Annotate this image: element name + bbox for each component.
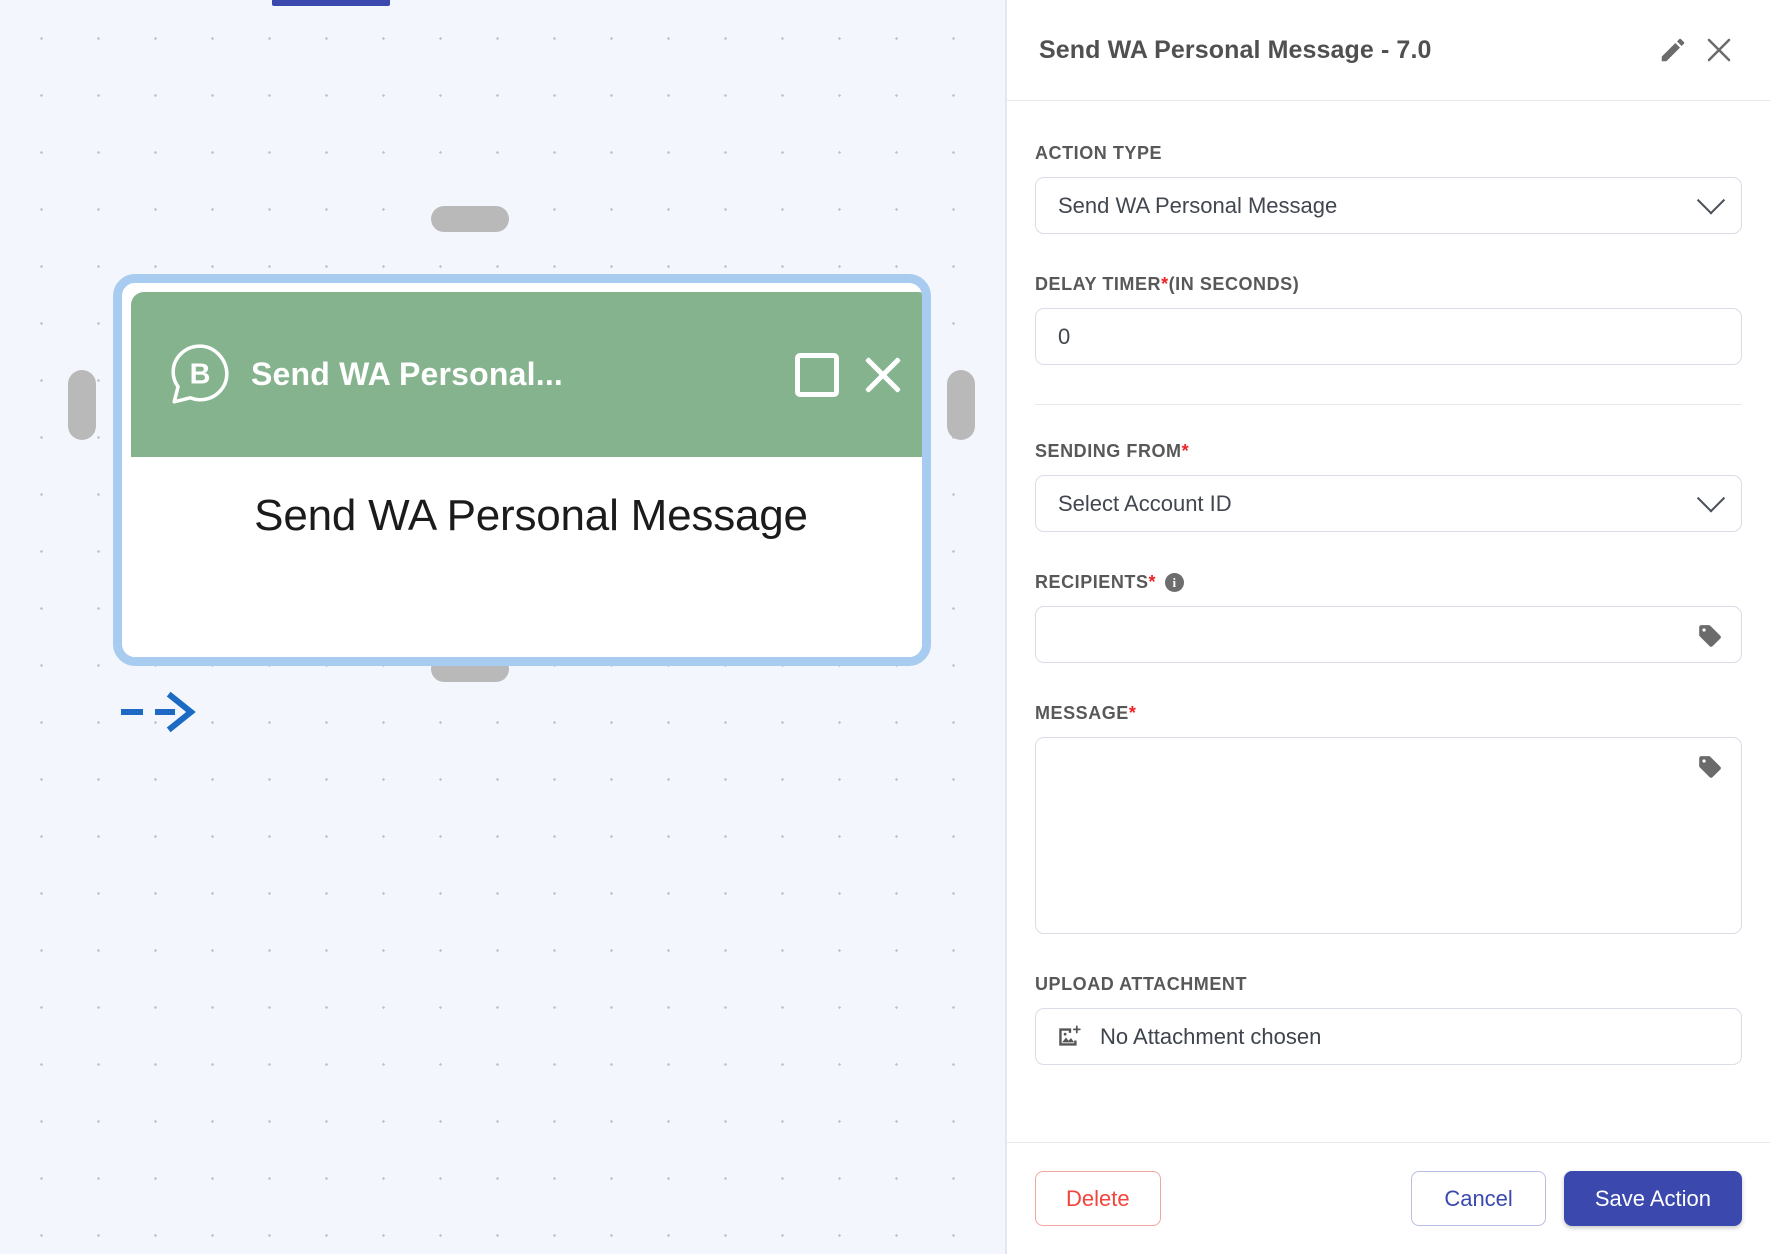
action-type-select[interactable]: Send WA Personal Message xyxy=(1035,177,1742,234)
chevron-down-icon xyxy=(1696,185,1726,214)
delay-timer-label: DELAY TIMER * (IN SECONDS) xyxy=(1035,274,1742,295)
field-sending-from: SENDING FROM * Select Account ID xyxy=(1035,441,1742,532)
pencil-icon xyxy=(1661,38,1685,62)
sending-from-label: SENDING FROM * xyxy=(1035,441,1742,462)
message-textarea[interactable] xyxy=(1035,737,1742,934)
sending-from-value: Select Account ID xyxy=(1058,490,1232,516)
node-card-header: B Send WA Personal... xyxy=(131,292,922,457)
recipients-label-text: RECIPIENTS xyxy=(1035,572,1149,592)
flow-node-send-wa-personal-message[interactable]: B Send WA Personal... Send WA Personal M… xyxy=(68,206,975,733)
required-asterisk: * xyxy=(1128,703,1137,723)
close-icon[interactable] xyxy=(861,353,905,397)
field-delay-timer: DELAY TIMER * (IN SECONDS) 0 xyxy=(1035,274,1742,365)
message-label: MESSAGE * xyxy=(1035,703,1742,724)
panel-title: Send WA Personal Message - 7.0 xyxy=(1039,35,1432,64)
delete-button[interactable]: Delete xyxy=(1035,1171,1161,1226)
node-card[interactable]: B Send WA Personal... Send WA Personal M… xyxy=(131,292,922,657)
node-handle-top[interactable] xyxy=(431,206,509,232)
save-action-button[interactable]: Save Action xyxy=(1563,1171,1742,1226)
action-type-label: ACTION TYPE xyxy=(1035,143,1742,164)
upload-attachment-label: UPLOAD ATTACHMENT xyxy=(1035,974,1742,995)
panel-header: Send WA Personal Message - 7.0 xyxy=(1007,0,1770,101)
node-card-body: Send WA Personal Message xyxy=(131,457,922,657)
square-icon[interactable] xyxy=(795,352,839,397)
section-divider xyxy=(1035,404,1742,405)
flow-canvas[interactable]: B Send WA Personal... Send WA Personal M… xyxy=(0,0,1006,1254)
chevron-down-icon xyxy=(1696,483,1726,512)
upload-attachment-label-text: UPLOAD ATTACHMENT xyxy=(1035,974,1247,994)
recipients-label: RECIPIENTS * i xyxy=(1035,572,1742,593)
action-type-label-text: ACTION TYPE xyxy=(1035,143,1163,163)
panel-body: ACTION TYPE Send WA Personal Message DEL… xyxy=(1007,101,1770,1142)
node-card-body-text: Send WA Personal Message xyxy=(254,491,808,540)
tag-icon[interactable] xyxy=(1697,754,1723,785)
delay-timer-label-text: DELAY TIMER xyxy=(1035,274,1162,294)
recipients-input[interactable] xyxy=(1035,606,1742,663)
message-label-text: MESSAGE xyxy=(1035,703,1129,723)
sending-from-label-text: SENDING FROM xyxy=(1035,441,1182,461)
delay-timer-label-suffix: (IN SECONDS) xyxy=(1168,274,1300,294)
canvas-top-tab-indicator xyxy=(272,0,390,6)
node-handle-right[interactable] xyxy=(947,370,975,440)
sending-from-select[interactable]: Select Account ID xyxy=(1035,475,1742,532)
delay-timer-value: 0 xyxy=(1058,323,1071,349)
field-recipients: RECIPIENTS * i xyxy=(1035,572,1742,663)
svg-text:B: B xyxy=(190,358,211,390)
whatsapp-business-b-icon: B xyxy=(171,343,229,404)
edit-title-button[interactable] xyxy=(1650,27,1696,73)
image-add-icon xyxy=(1059,1025,1081,1046)
close-icon xyxy=(1707,38,1731,62)
close-panel-button[interactable] xyxy=(1696,27,1742,73)
required-asterisk: * xyxy=(1161,274,1169,294)
node-card-title: Send WA Personal... xyxy=(251,356,564,392)
required-asterisk: * xyxy=(1148,572,1157,592)
info-icon[interactable]: i xyxy=(1165,573,1185,592)
upload-attachment-button[interactable]: No Attachment chosen xyxy=(1035,1008,1742,1065)
app-root: B Send WA Personal... Send WA Personal M… xyxy=(0,0,1770,1254)
action-config-panel: Send WA Personal Message - 7.0 ACTION TY… xyxy=(1006,0,1770,1254)
required-asterisk: * xyxy=(1181,441,1190,461)
node-selection-outline: B Send WA Personal... Send WA Personal M… xyxy=(113,274,931,666)
field-message: MESSAGE * xyxy=(1035,703,1742,934)
field-action-type: ACTION TYPE Send WA Personal Message xyxy=(1035,143,1742,234)
upload-attachment-value: No Attachment chosen xyxy=(1100,1023,1322,1049)
field-upload-attachment: UPLOAD ATTACHMENT No Attachment chosen xyxy=(1035,974,1742,1065)
incoming-edge-arrow-icon xyxy=(121,691,196,733)
node-card-header-actions xyxy=(795,352,905,397)
tag-icon[interactable] xyxy=(1697,623,1723,655)
cancel-button[interactable]: Cancel xyxy=(1411,1171,1546,1226)
node-handle-left[interactable] xyxy=(68,370,96,440)
delay-timer-input[interactable]: 0 xyxy=(1035,308,1742,365)
panel-footer: Delete Cancel Save Action xyxy=(1007,1142,1770,1254)
action-type-value: Send WA Personal Message xyxy=(1058,192,1338,218)
